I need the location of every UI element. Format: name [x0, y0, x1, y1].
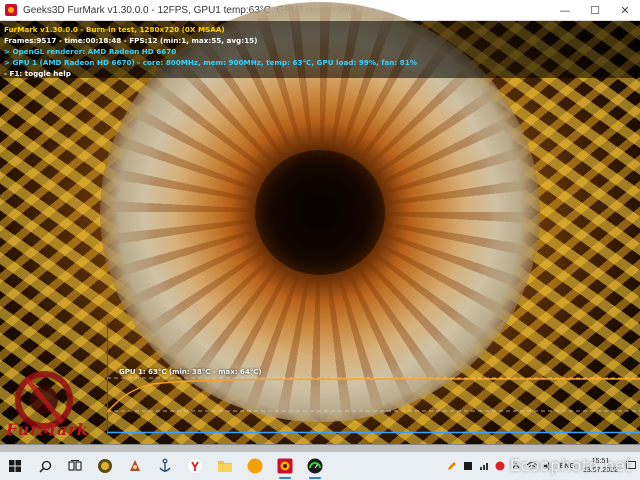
graph-temperature-label: GPU 1: 63°C (min: 38°C - max: 64°C) [119, 368, 262, 376]
taskbar-app-monitor[interactable] [300, 452, 330, 480]
logo-text: FurMark [6, 420, 89, 439]
windows-logo-icon [9, 460, 21, 472]
osd-overlay: FurMark v1.30.0.0 - Burn-in test, 1280x7… [4, 24, 417, 79]
cheat-engine-icon [130, 460, 140, 471]
orange-circle-icon [247, 458, 263, 474]
window-bottom-border [0, 444, 640, 452]
anchor-icon [159, 458, 171, 472]
osd-line-help: - F1: toggle help [4, 69, 71, 78]
taskbar-app-furmark[interactable] [270, 452, 300, 480]
task-view-icon [68, 460, 82, 471]
tray-app-icon[interactable] [460, 452, 476, 480]
furmark-app-icon [5, 4, 17, 16]
window-controls: — ☐ ✕ [550, 0, 640, 21]
tray-network-icon[interactable] [476, 452, 492, 480]
maximize-button[interactable]: ☐ [580, 0, 610, 21]
taskbar-app-yandex[interactable] [180, 452, 210, 480]
watermark-text: Ecoophoto.net [509, 456, 632, 475]
osd-line-gpu-stats: > GPU 1 (AMD Radeon HD 6670) - core: 800… [4, 58, 417, 67]
osd-line-frames: Frames:9517 - time:00:18:48 - FPS:12 (mi… [4, 36, 258, 45]
close-button[interactable]: ✕ [610, 0, 640, 21]
task-view-button[interactable] [60, 452, 90, 480]
tray-yandex-icon[interactable] [492, 452, 508, 480]
folder-icon [218, 461, 232, 472]
taskbar-app-gpu-tool[interactable] [90, 452, 120, 480]
minimize-button[interactable]: — [550, 0, 580, 21]
fur-donut-center [255, 150, 385, 275]
start-button[interactable] [0, 452, 30, 480]
osd-line-renderer: > OpenGL renderer: AMD Radeon HD 6670 [4, 47, 177, 56]
taskbar-app-orange[interactable] [240, 452, 270, 480]
osd-line-version: FurMark v1.30.0.0 - Burn-in test, 1280x7… [4, 25, 225, 34]
yandex-browser-icon [187, 458, 203, 474]
gauge-icon [307, 458, 323, 474]
furmark-icon [277, 458, 293, 474]
search-button[interactable] [30, 452, 60, 480]
temperature-graph: GPU 1: 63°C (min: 38°C - max: 64°C) [107, 322, 640, 434]
taskbar-app-anchor[interactable] [150, 452, 180, 480]
taskbar-app-explorer[interactable] [210, 452, 240, 480]
temperature-curve [107, 378, 640, 413]
tray-pen-icon[interactable] [444, 452, 460, 480]
search-icon [38, 460, 51, 473]
taskbar-app-cheat-engine[interactable] [120, 452, 150, 480]
furmark-logo: FurMark [2, 360, 102, 444]
gpu-tool-icon [98, 459, 112, 473]
